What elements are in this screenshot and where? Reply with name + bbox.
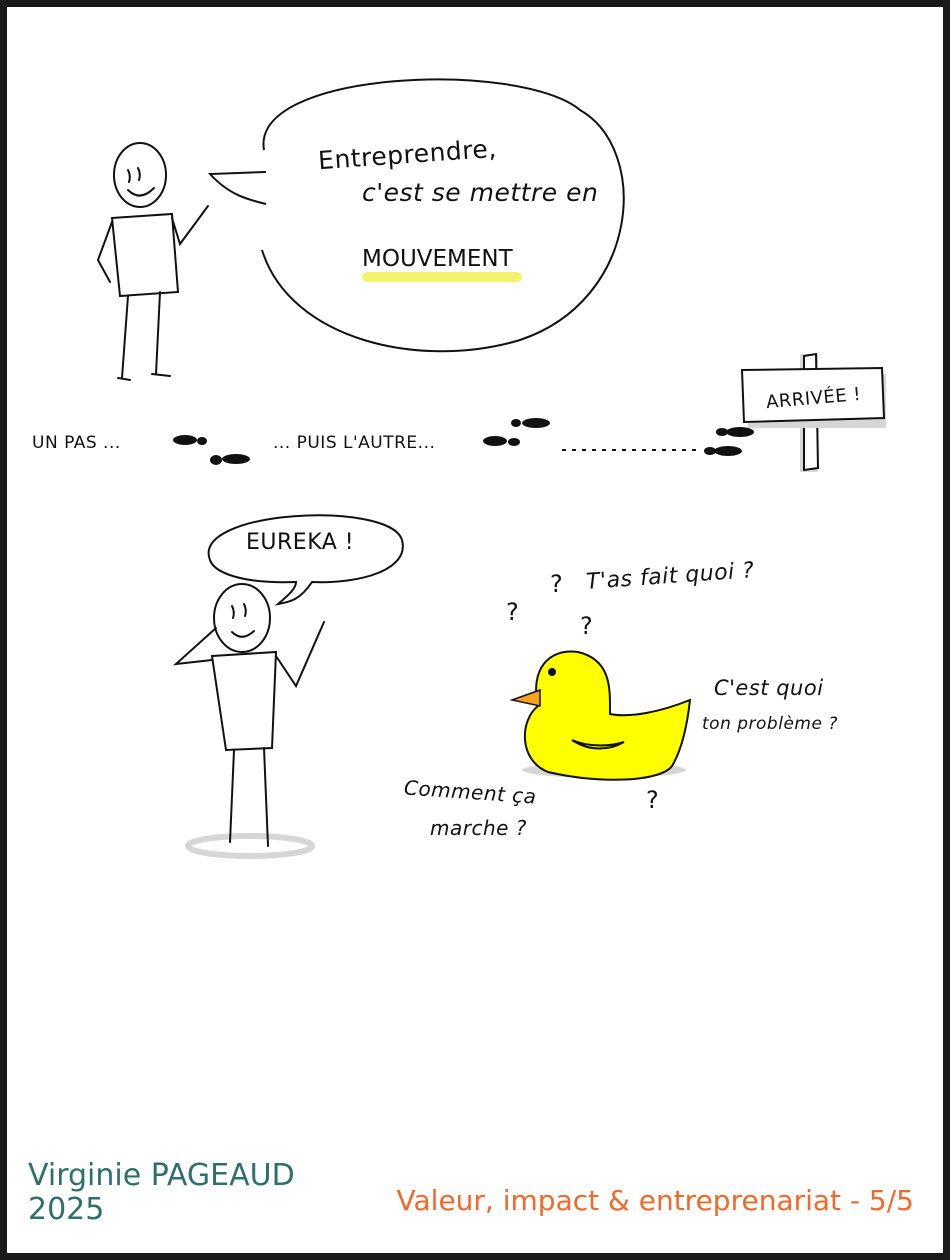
speech-bubble-icon (207, 78, 625, 353)
author-year: 2025 (28, 1192, 105, 1227)
question-mark: ? (580, 612, 593, 640)
author-name: Virginie PAGEAUD (28, 1158, 295, 1193)
speech-bubble-icon (207, 514, 404, 606)
eureka-text: EUREKA ! (246, 530, 355, 555)
stick-figure-icon (96, 142, 209, 381)
rubber-duck-icon (509, 650, 692, 781)
question-mark: ? (550, 570, 563, 598)
footprints-icon (173, 418, 754, 465)
duck-question-2a: C'est quoi (714, 676, 824, 700)
stick-figure-icon (173, 583, 325, 859)
steps-text-2: ... PUIS L'AUTRE... (273, 433, 436, 453)
duck-question-2b: ton problème ? (702, 714, 838, 734)
speech-line-3: MOUVEMENT (362, 246, 513, 272)
speech-line-2: c'est se mettre en (362, 178, 599, 207)
footer-title: Valeur, impact & entreprenariat - 5/5 (396, 1184, 914, 1217)
highlight-mark (362, 272, 522, 282)
signpost-icon (740, 352, 886, 472)
duck-question-3b: marche ? (430, 816, 527, 840)
question-mark: ? (506, 598, 519, 626)
steps-text-1: UN PAS ... (32, 433, 121, 453)
question-mark: ? (646, 786, 659, 814)
